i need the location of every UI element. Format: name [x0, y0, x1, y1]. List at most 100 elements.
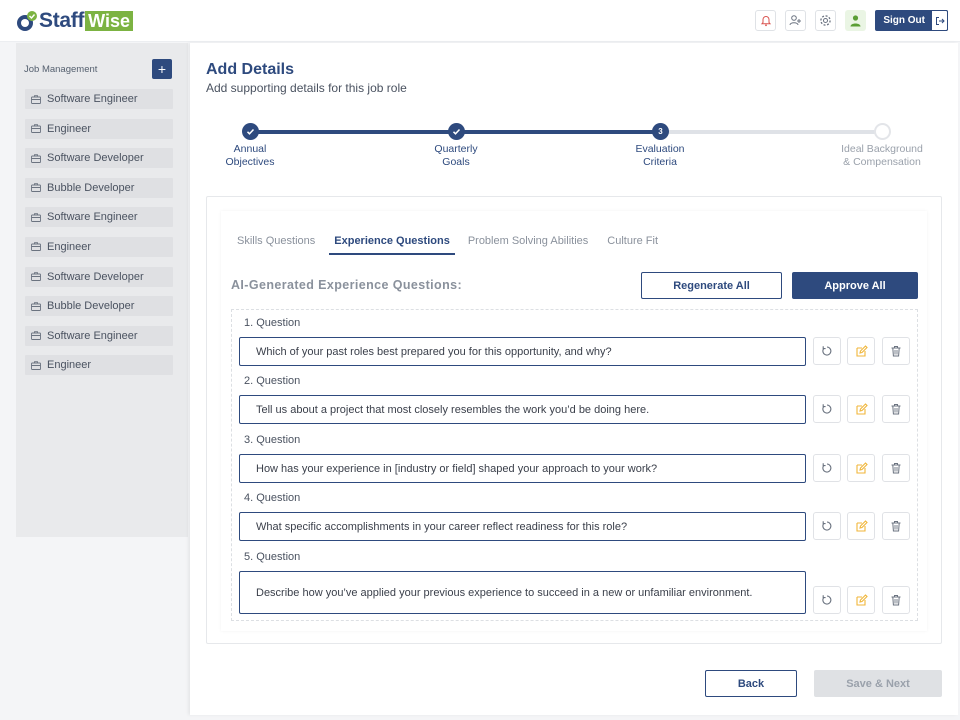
back-button[interactable]: Back	[705, 670, 797, 697]
stepper-track-pending	[660, 130, 882, 134]
sidebar-item[interactable]: Bubble Developer	[25, 177, 173, 198]
step-label-line1: Annual	[233, 143, 267, 155]
sign-out-label: Sign Out	[883, 15, 925, 26]
sidebar: Job Management + Software Engineer Engine…	[16, 43, 188, 537]
page-title: Add Details	[206, 61, 295, 78]
edit-icon	[855, 519, 868, 532]
question-label: 4. Question	[244, 492, 301, 504]
edit-icon	[855, 402, 868, 415]
sign-out-icon	[931, 10, 948, 31]
step-label[interactable]: Annual Objectives	[200, 143, 300, 169]
step-check-icon	[242, 123, 259, 140]
progress-stepper: Annual Objectives Quarterly Goals 3 Evaluatio…	[190, 121, 958, 173]
briefcase-icon	[31, 272, 41, 282]
edit-icon	[855, 344, 868, 357]
page-subtitle: Add supporting details for this job role	[206, 81, 407, 95]
sidebar-item-label: Bubble Developer	[47, 181, 135, 194]
briefcase-icon	[31, 183, 41, 193]
step-label-line2: Objectives	[225, 156, 275, 168]
sidebar-item[interactable]: Engineer	[25, 355, 173, 376]
question-label: 3. Question	[244, 434, 301, 446]
step-label[interactable]: Quarterly Goals	[406, 143, 506, 169]
edit-question-button[interactable]	[847, 586, 875, 614]
regenerate-question-button[interactable]	[813, 337, 841, 365]
sidebar-item[interactable]: Engineer	[25, 236, 173, 257]
sidebar-item[interactable]: Software Developer	[25, 148, 173, 169]
question-list: 1. Question Which of your past roles best…	[231, 309, 918, 621]
edit-question-button[interactable]	[847, 395, 875, 423]
delete-question-button[interactable]	[882, 586, 910, 614]
briefcase-icon	[31, 153, 41, 163]
step-label-line2: Goals	[442, 156, 470, 168]
question-input[interactable]: Describe how you’ve applied your previou…	[239, 571, 806, 614]
sidebar-item-label: Engineer	[47, 122, 92, 135]
sidebar-item-label: Software Engineer	[47, 211, 138, 224]
tab-experience-questions[interactable]: Experience Questions	[329, 235, 455, 255]
step-pending-dot	[874, 123, 891, 140]
sidebar-header: Job Management +	[24, 59, 172, 79]
regenerate-icon	[822, 404, 832, 414]
sidebar-item-label: Bubble Developer	[47, 300, 135, 313]
delete-question-button[interactable]	[882, 395, 910, 423]
delete-question-button[interactable]	[882, 454, 910, 482]
sidebar-item[interactable]: Software Engineer	[25, 207, 173, 228]
sidebar-item-label: Engineer	[47, 359, 92, 372]
edit-question-button[interactable]	[847, 454, 875, 482]
question-input[interactable]: Which of your past roles best prepared y…	[239, 337, 806, 366]
tab-culture-fit[interactable]: Culture Fit	[607, 235, 667, 255]
logo-name-left: Staff	[39, 9, 85, 32]
regenerate-question-button[interactable]	[813, 586, 841, 614]
step-label-line2: Criteria	[643, 156, 677, 168]
briefcase-icon	[31, 94, 41, 104]
tab-skills-questions[interactable]: Skills Questions	[237, 235, 324, 255]
add-user-icon[interactable]	[785, 10, 807, 31]
edit-question-button[interactable]	[847, 512, 875, 540]
logo[interactable]: Staff Wise	[16, 9, 134, 33]
job-list: Software Engineer Engineer Software Develo…	[25, 89, 173, 385]
step-label-line1: Ideal Background	[841, 143, 923, 155]
gear-icon[interactable]	[815, 10, 837, 31]
add-job-button[interactable]: +	[152, 59, 172, 79]
question-input[interactable]: What specific accomplishments in your ca…	[239, 512, 806, 541]
sidebar-item-label: Engineer	[47, 240, 92, 253]
regenerate-question-button[interactable]	[813, 512, 841, 540]
question-label: 1. Question	[244, 317, 301, 329]
delete-icon	[891, 346, 901, 357]
sidebar-title: Job Management	[24, 63, 98, 75]
sidebar-item-label: Software Developer	[47, 152, 144, 165]
sidebar-item[interactable]: Bubble Developer	[25, 296, 173, 317]
regenerate-all-button[interactable]: Regenerate All	[641, 272, 782, 299]
approve-all-button[interactable]: Approve All	[792, 272, 918, 299]
question-input[interactable]: How has your experience in [industry or …	[239, 454, 806, 483]
details-card: Skills Questions Experience Questions Prob…	[206, 196, 942, 644]
sidebar-item[interactable]: Engineer	[25, 118, 173, 139]
delete-question-button[interactable]	[882, 337, 910, 365]
sidebar-item-label: Software Developer	[47, 270, 144, 283]
briefcase-icon	[31, 213, 41, 222]
header-actions: Sign Out	[755, 10, 948, 31]
edit-question-button[interactable]	[847, 337, 875, 365]
sidebar-item[interactable]: Software Engineer	[25, 89, 173, 109]
step-label[interactable]: Ideal Background & Compensation	[832, 143, 932, 169]
sidebar-item[interactable]: Software Developer	[25, 266, 173, 287]
regenerate-icon	[822, 346, 832, 356]
sidebar-item-label: Software Engineer	[47, 329, 138, 342]
user-avatar-icon[interactable]	[845, 10, 867, 31]
tab-problem-solving-abilities[interactable]: Problem Solving Abilities	[468, 235, 597, 255]
main-panel: Add Details Add supporting details for t…	[190, 43, 958, 715]
sidebar-item[interactable]: Software Engineer	[25, 325, 173, 346]
step-label-line2: & Compensation	[843, 156, 921, 168]
regenerate-icon	[822, 595, 832, 605]
delete-icon	[891, 463, 901, 474]
regenerate-question-button[interactable]	[813, 454, 841, 482]
delete-icon	[891, 521, 901, 532]
edit-icon	[855, 593, 868, 606]
sign-out-button[interactable]: Sign Out	[875, 10, 948, 31]
step-label[interactable]: Evaluation Criteria	[610, 143, 710, 169]
regenerate-question-button[interactable]	[813, 395, 841, 423]
save-next-button[interactable]: Save & Next	[814, 670, 942, 697]
question-input[interactable]: Tell us about a project that most closel…	[239, 395, 806, 424]
delete-question-button[interactable]	[882, 512, 910, 540]
bell-icon[interactable]	[755, 10, 777, 31]
briefcase-icon	[31, 361, 41, 370]
